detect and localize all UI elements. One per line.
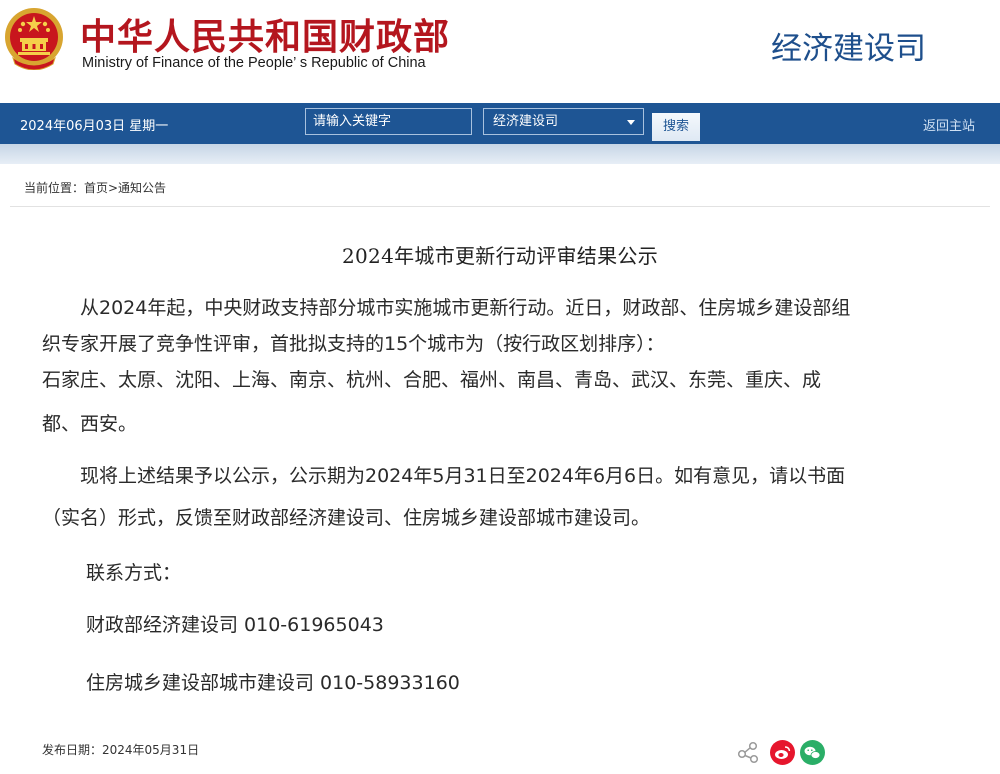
search-input[interactable]: 请输入关键字 [305,108,472,135]
publish-date: 发布日期：2024年05月31日 [42,743,200,757]
search-button[interactable]: 搜索 [652,113,700,141]
decorative-banner [0,144,1000,164]
breadcrumb[interactable]: 当前位置：首页>通知公告 [24,179,166,196]
site-title-cn[interactable]: 中华人民共和国财政部 [80,8,450,60]
current-date: 2024年06月03日 星期一 [20,119,169,134]
contact-label: 联系方式： [86,562,182,584]
wechat-glyph-icon [804,746,821,759]
nav-bar: 2024年06月03日 星期一 请输入关键字 经济建设司 搜索 返回主站 [0,103,1000,144]
wechat-icon[interactable] [800,740,825,765]
site-header: 中华人民共和国财政部 Ministry of Finance of the Pe… [0,0,1000,103]
divider [10,206,990,207]
paragraph-line: （实名）形式，反馈至财政部经济建设司、住房城乡建设部城市建设司。 [42,507,651,529]
weibo-icon[interactable] [770,740,795,765]
paragraph-line: 织专家开展了竞争性评审，首批拟支持的15个城市为（按行政区划排序）： [42,333,665,355]
contact-mohurd: 住房城乡建设部城市建设司 010-58933160 [86,672,460,694]
paragraph-line: 石家庄、太原、沈阳、上海、南京、杭州、合肥、福州、南昌、青岛、武汉、东莞、重庆、… [42,369,822,391]
national-emblem-icon[interactable] [3,6,65,70]
contact-mof: 财政部经济建设司 010-61965043 [86,614,384,636]
paragraph-line: 从2024年起，中央财政支持部分城市实施城市更新行动。近日，财政部、住房城乡建设… [42,297,851,319]
department-name[interactable]: 经济建设司 [771,23,926,68]
article-title: 2024年城市更新行动评审结果公示 [342,244,658,268]
site-title-en[interactable]: Ministry of Finance of the People’ s Rep… [82,55,426,71]
weibo-glyph-icon [775,746,791,759]
department-select[interactable]: 经济建设司 [483,108,644,135]
department-select-value: 经济建设司 [493,114,559,129]
paragraph-line: 现将上述结果予以公示，公示期为2024年5月31日至2024年6月6日。如有意见… [42,465,846,487]
return-home-link[interactable]: 返回主站 [923,115,975,134]
chevron-down-icon [627,120,635,125]
paragraph-line: 都、西安。 [42,413,138,435]
share-icon[interactable] [736,740,760,764]
